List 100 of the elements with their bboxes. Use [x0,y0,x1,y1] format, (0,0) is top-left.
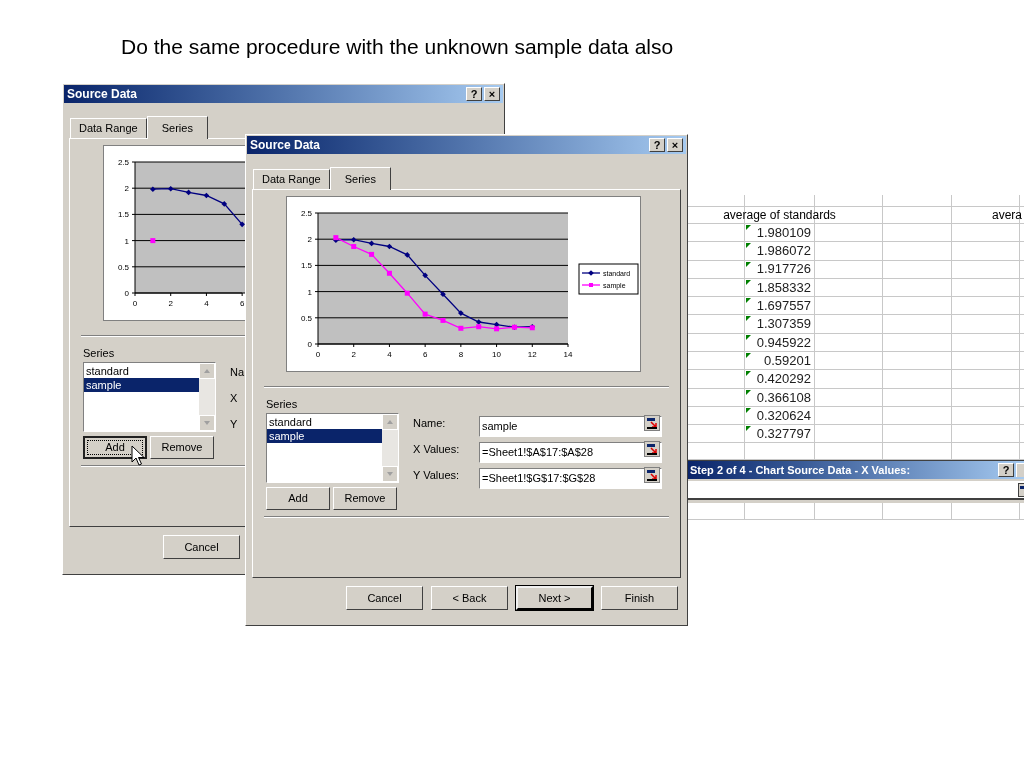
field-label: Name: [413,416,447,432]
axis-label: 2 [124,184,129,194]
list-item[interactable]: sample [267,429,382,443]
axis-label: 6 [422,350,428,359]
collapse-dialog-icon[interactable] [644,441,660,457]
table-cell-text: 0.327797 [756,425,812,444]
dialog-button[interactable]: Cancel [346,586,423,610]
tab[interactable]: Series [146,116,208,139]
series-marker [221,201,228,207]
series-list[interactable]: standard sample [83,362,216,432]
series-marker [404,252,411,258]
axis-label: 0 [124,289,129,298]
axis-label: 4 [387,350,392,359]
column-header-text: avera [992,206,1023,224]
add-button[interactable]: Add [83,436,147,459]
axis-label: 8 [458,350,464,359]
remove-button[interactable]: Remove [333,487,397,510]
dialog-button[interactable]: < Back [431,586,508,610]
scroll-up-icon[interactable] [382,414,398,430]
series-marker [440,317,446,323]
series-marker [422,272,428,279]
list-item[interactable]: standard [84,364,199,378]
axis-label: 0.5 [300,313,312,323]
add-button[interactable]: Add [266,487,330,510]
series-marker [369,251,375,257]
field-label: Na [230,365,245,381]
series-marker [167,185,174,192]
range-field[interactable]: sample [479,415,662,437]
series-label: Series [266,398,298,411]
table-cell-text: 0.59201 [764,351,812,370]
axis-label: 12 [527,350,537,359]
table-cell-text: 0.945922 [756,333,812,352]
series-marker [511,324,517,330]
collapse-dialog-icon[interactable] [644,415,660,431]
series-marker [440,291,446,298]
series-marker [386,270,392,276]
series-marker [404,290,410,296]
axis-label: 14 [563,350,573,359]
axis-label: 1.5 [300,261,312,271]
remove-button[interactable]: Remove [150,436,214,459]
table-cell-text: 0.320624 [756,406,812,425]
dialog-button[interactable]: Next > [516,586,593,610]
axis-label: 1.5 [117,210,129,220]
axis-label: 6 [239,299,245,308]
tab[interactable]: Series [329,167,391,190]
table-cell-text: 0.420292 [756,370,812,389]
legend-key-icon [581,270,601,276]
table-cell-text: 1.917726 [756,260,812,279]
list-item[interactable]: sample [84,378,199,392]
list-item[interactable]: standard [267,415,382,429]
collapse-dialog-icon[interactable] [644,467,660,483]
dialog-button[interactable]: Cancel [163,535,240,559]
scroll-up-icon[interactable] [199,363,215,379]
axis-label: 2 [351,350,356,359]
axis-label: 0 [132,299,138,308]
axis-label: 0 [315,350,321,359]
window-title: Source Data [67,86,138,103]
axis-label: 2.5 [117,158,129,167]
series-marker [203,192,210,199]
field-label: Y Values: [413,468,461,484]
range-field[interactable]: =Sheet1!$G$17:$G$28 [479,467,662,489]
series-marker [185,189,192,196]
series-marker [422,311,428,317]
series-label: Series [83,347,115,360]
window-title: Step 2 of 4 - Chart Source Data - X Values: [690,463,911,479]
axis-label: 2 [168,299,173,308]
axis-label: 0 [307,340,312,349]
dialog-button[interactable]: Finish [601,586,678,610]
field-label: X Values: [413,442,461,458]
axis-label: 2 [307,235,312,245]
table-cell-text: 1.307359 [756,315,812,334]
table-cell-text: 0.366108 [756,388,812,407]
column-header-text: average of standards [723,206,836,224]
series-list[interactable]: standard sample [266,413,399,483]
axis-label: 1 [307,287,312,297]
scrollbar[interactable] [199,363,215,431]
range-field[interactable]: =Sheet1!$A$17:$A$28 [479,441,662,463]
series-marker [458,310,464,316]
close-button[interactable]: × [484,87,500,101]
legend-key-icon [581,283,601,287]
table-cell-text: 1.697557 [756,297,812,315]
help-button[interactable]: ? [466,87,482,101]
table-cell-text: 1.858332 [756,278,812,297]
expand-dialog-icon[interactable] [1018,482,1024,497]
axis-label: 4 [204,299,209,308]
series-marker [368,240,375,247]
close-button[interactable]: × [667,138,683,152]
series-marker [529,325,535,331]
scrollbar[interactable] [382,414,398,482]
series-marker [458,325,464,331]
scroll-down-icon[interactable] [382,466,398,482]
axis-label: 2.5 [300,209,312,218]
help-button[interactable]: ? [998,463,1014,478]
window-title: Source Data [250,137,321,154]
tab[interactable]: Data Range [253,169,330,189]
series-marker [150,186,156,193]
help-button[interactable]: ? [649,138,665,152]
scroll-down-icon[interactable] [199,415,215,431]
axis-label: 10 [492,350,501,359]
tab[interactable]: Data Range [70,118,147,138]
